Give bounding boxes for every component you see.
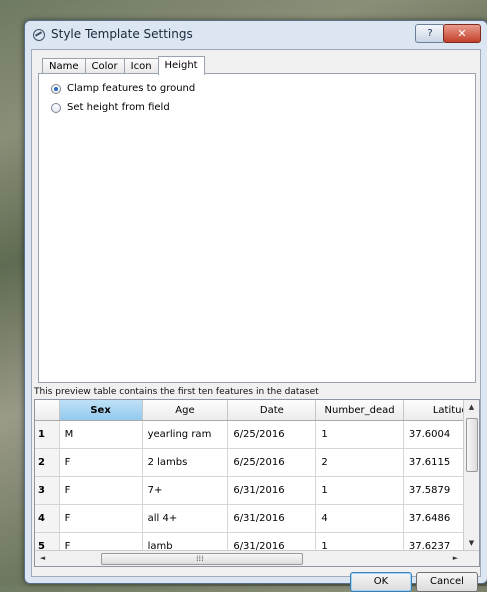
cell-sex[interactable]: F [59, 504, 143, 533]
cell-number-dead[interactable]: 1 [315, 420, 404, 449]
scroll-down-icon[interactable]: ▼ [464, 539, 479, 547]
table-row[interactable]: 1 M yearling ram 6/25/2016 1 37.6004 [35, 420, 479, 449]
tab-strip: Name Color Icon Height [42, 56, 205, 75]
table-header-row: Sex Age Date Number_dead Latitude [35, 400, 479, 421]
column-header-age[interactable]: Age [142, 400, 229, 421]
cell-number-dead[interactable]: 4 [315, 504, 404, 533]
preview-caption: This preview table contains the first te… [34, 387, 319, 397]
cell-age[interactable]: 7+ [142, 476, 229, 505]
tab-height[interactable]: Height [157, 56, 205, 75]
vertical-scroll-thumb[interactable] [466, 418, 478, 472]
cell-date[interactable]: 6/25/2016 [227, 420, 317, 449]
row-number: 1 [35, 420, 60, 449]
cancel-button[interactable]: Cancel [416, 572, 478, 592]
dialog-client: Name Color Icon Height Clamp features to… [31, 49, 481, 592]
close-button[interactable]: ✕ [443, 24, 481, 43]
scroll-up-icon[interactable]: ▲ [464, 403, 479, 411]
table-row[interactable]: 4 F all 4+ 6/31/2016 4 37.6486 [35, 504, 479, 533]
scroll-left-icon[interactable]: ◄ [35, 554, 50, 562]
column-header-date[interactable]: Date [227, 400, 317, 421]
radio-checked-icon[interactable] [51, 83, 61, 94]
cell-sex[interactable]: F [59, 476, 143, 505]
window-title: Style Template Settings [51, 27, 193, 41]
radio-label: Set height from field [67, 102, 170, 113]
row-number: 2 [35, 448, 60, 477]
cell-date[interactable]: 6/31/2016 [227, 504, 317, 533]
cell-age[interactable]: yearling ram [142, 420, 229, 449]
cell-age[interactable]: all 4+ [142, 504, 229, 533]
table-row[interactable]: 2 F 2 lambs 6/25/2016 2 37.6115 [35, 448, 479, 477]
scroll-grip-icon: ⁞⁞⁞ [196, 554, 204, 563]
cell-date[interactable]: 6/31/2016 [227, 476, 317, 505]
dialog-window: Style Template Settings ? ✕ Name Color I… [24, 20, 487, 592]
row-number: 4 [35, 504, 60, 533]
row-number-header [35, 400, 60, 421]
cell-sex[interactable]: F [59, 448, 143, 477]
cell-sex[interactable]: M [59, 420, 143, 449]
title-bar[interactable]: Style Template Settings ? ✕ [25, 21, 487, 49]
vertical-scrollbar[interactable]: ▲ ▼ [463, 400, 479, 550]
cell-date[interactable]: 6/25/2016 [227, 448, 317, 477]
radio-label: Clamp features to ground [67, 83, 196, 94]
height-tab-panel: Clamp features to ground Set height from… [38, 73, 476, 383]
horizontal-scrollbar[interactable]: ◄ ⁞⁞⁞ ► [35, 550, 479, 566]
cell-number-dead[interactable]: 1 [315, 476, 404, 505]
radio-clamp-to-ground[interactable]: Clamp features to ground [51, 83, 195, 94]
preview-table[interactable]: Sex Age Date Number_dead Latitude 1 M ye… [34, 399, 480, 567]
scroll-right-icon[interactable]: ► [448, 554, 463, 562]
ok-button[interactable]: OK [350, 572, 412, 592]
horizontal-scroll-thumb[interactable]: ⁞⁞⁞ [101, 553, 303, 565]
dialog-settings-icon [33, 29, 45, 41]
row-number: 3 [35, 476, 60, 505]
table-row[interactable]: 3 F 7+ 6/31/2016 1 37.5879 [35, 476, 479, 505]
column-header-number-dead[interactable]: Number_dead [315, 400, 404, 421]
cell-number-dead[interactable]: 2 [315, 448, 404, 477]
column-header-sex[interactable]: Sex [59, 400, 143, 421]
radio-height-from-field[interactable]: Set height from field [51, 102, 170, 113]
radio-unchecked-icon[interactable] [51, 102, 61, 113]
help-button[interactable]: ? [415, 24, 445, 43]
cell-age[interactable]: 2 lambs [142, 448, 229, 477]
